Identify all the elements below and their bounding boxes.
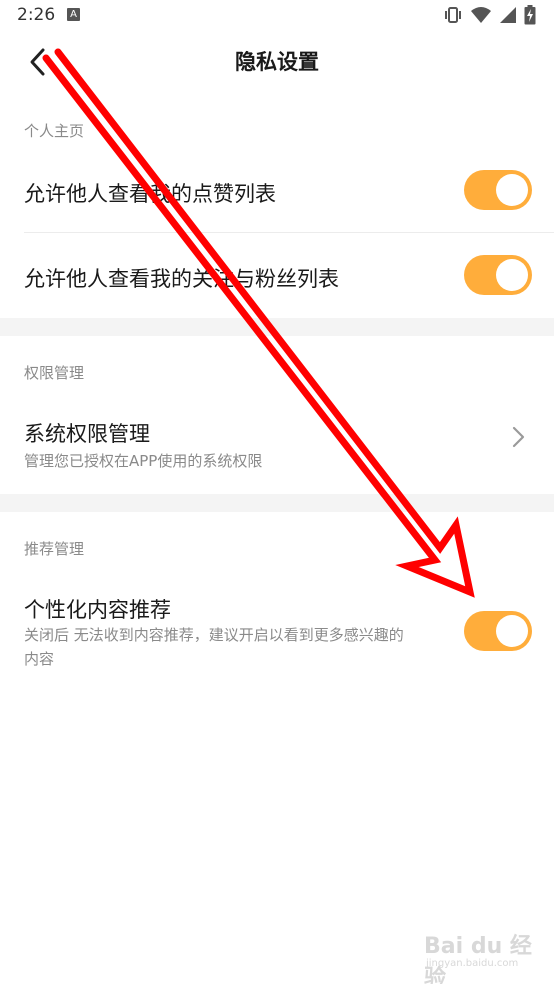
- toggle-knob: [496, 259, 528, 291]
- toggle-likes-list[interactable]: [464, 170, 532, 210]
- vibrate-icon: [445, 7, 461, 23]
- nav-bar: 隐私设置: [0, 32, 554, 92]
- row-label: 允许他人查看我的点赞列表: [24, 182, 276, 206]
- status-bar: 2:26 A: [0, 0, 554, 32]
- toggle-personalized-recommend[interactable]: [464, 611, 532, 651]
- status-icons: [443, 5, 536, 25]
- wifi-icon: [471, 7, 491, 23]
- row-label: 允许他人查看我的关注与粉丝列表: [24, 267, 339, 291]
- row-label: 系统权限管理: [24, 422, 150, 446]
- annotation-arrow: [42, 48, 475, 598]
- watermark-sub: jingyan.baidu.com: [426, 958, 519, 969]
- section-header-homepage: 个人主页: [24, 122, 85, 140]
- notification-icon: A: [67, 8, 80, 21]
- status-time: 2:26: [17, 5, 56, 25]
- section-header-recommend: 推荐管理: [24, 540, 85, 558]
- toggle-knob: [496, 174, 528, 206]
- row-subtitle: 关闭后 无法收到内容推荐，建议开启以看到更多感兴趣的内容: [24, 626, 404, 668]
- page-title: 隐私设置: [235, 50, 319, 74]
- watermark-logo: Bai du 经验 jingyan.baidu.com: [424, 928, 534, 984]
- battery-charging-icon: [524, 5, 536, 25]
- signal-icon: [500, 7, 516, 23]
- section-gap: [0, 318, 554, 336]
- chevron-right-icon: [512, 426, 525, 448]
- section-header-permissions: 权限管理: [24, 364, 85, 382]
- row-label: 个性化内容推荐: [24, 598, 171, 622]
- watermark-text: Bai du 经验: [424, 934, 532, 984]
- row-subtitle: 管理您已授权在APP使用的系统权限: [24, 452, 263, 470]
- divider: [24, 232, 554, 233]
- toggle-knob: [496, 615, 528, 647]
- section-gap: [0, 494, 554, 512]
- toggle-follow-fans-list[interactable]: [464, 255, 532, 295]
